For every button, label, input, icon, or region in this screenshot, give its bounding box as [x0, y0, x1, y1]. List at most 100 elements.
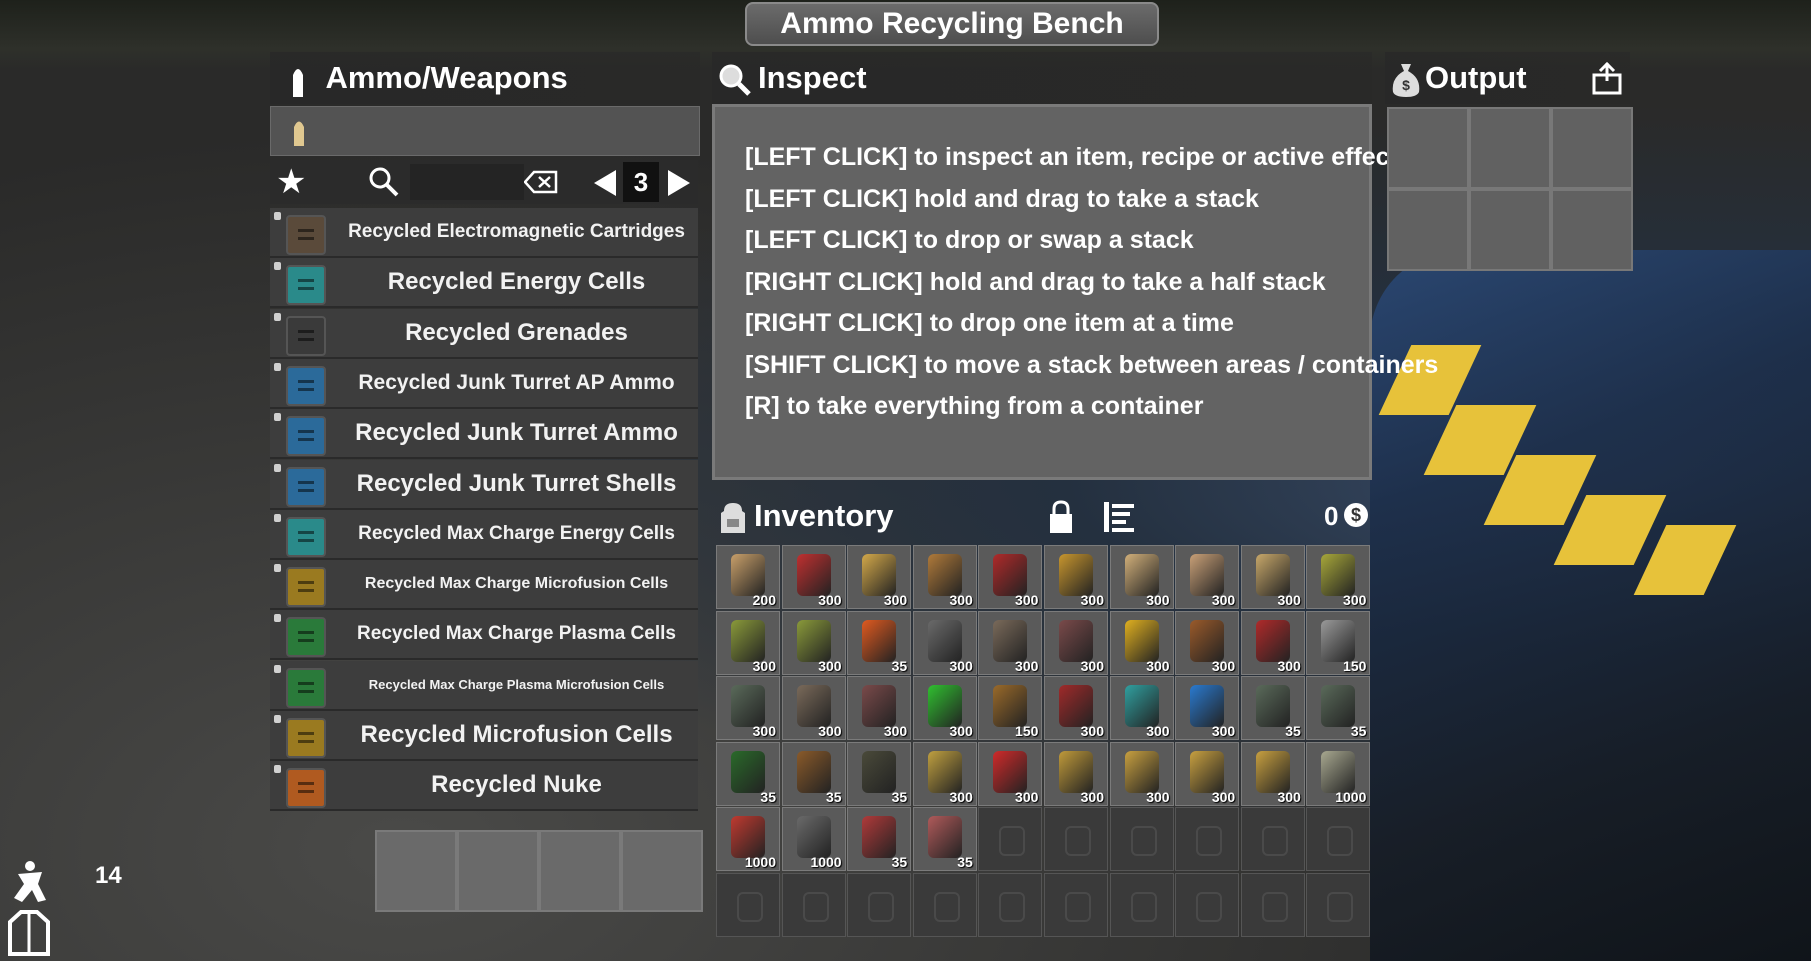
output-slot[interactable] [1551, 107, 1633, 189]
inventory-slot[interactable]: 35 [781, 741, 846, 806]
inventory-slot[interactable]: 35 [1240, 676, 1305, 741]
inventory-slot[interactable]: 300 [912, 545, 977, 609]
empty-inventory-slot[interactable] [1109, 807, 1174, 872]
inventory-slot[interactable]: 300 [1109, 545, 1174, 609]
empty-inventory-slot[interactable] [978, 873, 1043, 937]
inventory-slot[interactable]: 35 [716, 741, 780, 806]
output-slot[interactable] [1469, 107, 1551, 189]
selected-category-bar[interactable] [270, 106, 700, 156]
inventory-slot[interactable]: 300 [1175, 610, 1240, 675]
inventory-slot[interactable]: 300 [1240, 610, 1305, 675]
inventory-slot[interactable]: 300 [1109, 741, 1174, 806]
empty-inventory-slot[interactable] [1175, 873, 1240, 937]
lock-icon[interactable] [1046, 499, 1076, 535]
recipe-item[interactable]: Recycled Electromagnetic Cartridges [270, 208, 698, 258]
recipe-item[interactable]: Recycled Junk Turret Shells [270, 459, 698, 510]
inventory-slot[interactable]: 300 [978, 610, 1043, 675]
page-prev-icon[interactable] [592, 168, 618, 198]
empty-inventory-slot[interactable] [1044, 807, 1108, 872]
recipe-item[interactable]: Recycled Microfusion Cells [270, 711, 698, 761]
inventory-slot[interactable]: 35 [847, 807, 912, 872]
page-next-icon[interactable] [666, 168, 692, 198]
inventory-slot[interactable]: 300 [978, 545, 1043, 609]
recipe-item[interactable]: Recycled Max Charge Energy Cells [270, 509, 698, 560]
inventory-slot[interactable]: 300 [781, 610, 846, 675]
inventory-slot[interactable]: 300 [847, 676, 912, 741]
empty-inventory-slot[interactable] [1240, 807, 1305, 872]
recipe-item[interactable]: Recycled Grenades [270, 308, 698, 359]
recipe-item[interactable]: Recycled Energy Cells [270, 258, 698, 309]
inventory-slot[interactable]: 300 [912, 741, 977, 806]
inventory-slot[interactable]: 300 [1044, 741, 1108, 806]
inventory-slot[interactable]: 35 [847, 610, 912, 675]
character-icon[interactable] [8, 910, 50, 956]
inventory-slot[interactable]: 300 [912, 610, 977, 675]
inventory-slot[interactable]: 35 [847, 741, 912, 806]
inventory-slot[interactable]: 300 [912, 676, 977, 741]
recipe-item[interactable]: Recycled Max Charge Plasma Cells [270, 610, 698, 661]
inventory-slot[interactable]: 300 [1240, 741, 1305, 806]
empty-inventory-slot[interactable] [978, 807, 1043, 872]
recipe-item[interactable]: Recycled Nuke [270, 761, 698, 812]
empty-inventory-slot[interactable] [781, 873, 846, 937]
inventory-slot[interactable]: 300 [1306, 545, 1371, 609]
output-slot[interactable] [1387, 107, 1469, 189]
output-slot[interactable] [1387, 189, 1469, 271]
inventory-slot[interactable]: 300 [1175, 676, 1240, 741]
output-slot[interactable] [1469, 189, 1551, 271]
favorite-star-icon[interactable]: ★ [276, 162, 306, 202]
take-all-icon[interactable] [1590, 61, 1624, 95]
output-slot[interactable] [1551, 189, 1633, 271]
recipe-item[interactable]: Recycled Junk Turret AP Ammo [270, 358, 698, 409]
inspect-header: Inspect [712, 52, 1372, 104]
inventory-slot[interactable]: 300 [1175, 741, 1240, 806]
inspect-help-line: [SHIFT CLICK] to move a stack between ar… [745, 350, 1439, 379]
recipe-item[interactable]: Recycled Junk Turret Ammo [270, 409, 698, 460]
empty-inventory-slot[interactable] [1306, 873, 1371, 937]
clear-search-icon[interactable] [524, 170, 558, 194]
recipe-item[interactable]: Recycled Max Charge Microfusion Cells [270, 560, 698, 611]
search-input[interactable] [410, 164, 524, 200]
inventory-slot[interactable]: 300 [716, 676, 780, 741]
inventory-slot[interactable]: 300 [1044, 545, 1108, 609]
inventory-slot[interactable]: 300 [847, 545, 912, 609]
search-icon[interactable] [368, 166, 400, 198]
empty-inventory-slot[interactable] [1175, 807, 1240, 872]
sort-icon[interactable] [1102, 500, 1136, 534]
inventory-slot[interactable]: 300 [716, 610, 780, 675]
inventory-slot[interactable]: 300 [1109, 610, 1174, 675]
empty-inventory-slot[interactable] [847, 873, 912, 937]
inventory-slot[interactable]: 300 [1240, 545, 1305, 609]
inventory-slot[interactable]: 300 [1175, 545, 1240, 609]
fuel-slot[interactable] [539, 830, 621, 912]
item-icon [1255, 554, 1290, 596]
inventory-slot[interactable]: 300 [1044, 676, 1108, 741]
fuel-slot[interactable] [621, 830, 703, 912]
inventory-slot[interactable]: 150 [1306, 610, 1371, 675]
fuel-slot[interactable] [375, 830, 457, 912]
inventory-slot[interactable]: 1000 [781, 807, 846, 872]
inventory-slot[interactable]: 300 [1109, 676, 1174, 741]
recipe-item[interactable]: Recycled Max Charge Plasma Microfusion C… [270, 660, 698, 711]
item-icon [1321, 750, 1356, 793]
empty-inventory-slot[interactable] [1109, 873, 1174, 937]
inventory-slot[interactable]: 300 [978, 741, 1043, 806]
empty-inventory-slot[interactable] [1044, 873, 1108, 937]
empty-inventory-slot[interactable] [1306, 807, 1371, 872]
empty-inventory-slot[interactable] [716, 873, 780, 937]
inventory-slot[interactable]: 1000 [1306, 741, 1371, 806]
fuel-slot[interactable] [457, 830, 539, 912]
inventory-slot[interactable]: 1000 [716, 807, 780, 872]
empty-inventory-slot[interactable] [912, 873, 977, 937]
inventory-slot[interactable]: 200 [716, 545, 780, 609]
inventory-slot[interactable]: 35 [1306, 676, 1371, 741]
inventory-slot[interactable]: 300 [781, 545, 846, 609]
inventory-slot[interactable]: 300 [781, 676, 846, 741]
item-count: 300 [1080, 592, 1104, 608]
empty-inventory-slot[interactable] [1240, 873, 1305, 937]
inventory-slot[interactable]: 150 [978, 676, 1043, 741]
item-icon [862, 685, 897, 728]
item-count: 300 [883, 723, 908, 740]
inventory-slot[interactable]: 35 [912, 807, 977, 872]
inventory-slot[interactable]: 300 [1044, 610, 1108, 675]
